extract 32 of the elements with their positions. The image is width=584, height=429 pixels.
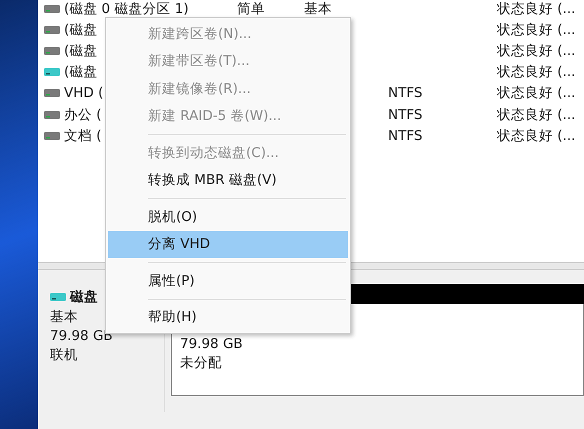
filesystem-cell-text: NTFS (388, 85, 424, 102)
menu-item[interactable]: 转换成 MBR 磁盘(V) (108, 166, 348, 194)
status-cell-text: 状态良好 (... (497, 126, 576, 145)
drive-icon (44, 46, 60, 55)
drive-icon (50, 293, 66, 301)
disk-name: 磁盘 (70, 288, 98, 306)
filesystem-cell-text: NTFS (388, 128, 424, 144)
partition-status: 未分配 (180, 354, 223, 372)
status-cell-text: 状态良好 (... (497, 42, 576, 60)
drive-icon (44, 26, 60, 34)
disk-type: 基本 (50, 308, 79, 326)
menu-item[interactable]: 分离 VHD (108, 230, 348, 258)
partition-block[interactable]: 79.98 GB 未分配 (171, 333, 584, 396)
status-cell-text: 状态良好 (... (497, 20, 576, 39)
drive-icon (44, 68, 60, 76)
layout-cell-text: 简单 (237, 0, 266, 18)
drive-icon (44, 110, 60, 119)
drive-icon (44, 89, 60, 98)
status-cell-text: 状态良好 (... (497, 63, 576, 82)
menu-item[interactable]: 帮助(H) (108, 304, 348, 331)
filesystem-cell-text: NTFS (388, 106, 424, 123)
drive-icon (44, 4, 60, 13)
disk-status: 联机 (50, 346, 79, 364)
menu-item[interactable]: 属性(P) (108, 267, 348, 294)
status-cell-text: 状态良好 (... (497, 84, 576, 102)
status-cell-text: 状态良好 (... (497, 106, 576, 124)
partition-size: 79.98 GB (180, 336, 244, 352)
type-cell-text: 基本 (304, 0, 333, 18)
status-cell-text: 状态良好 (... (497, 0, 576, 18)
menu-item[interactable]: 脱机(O) (108, 203, 348, 230)
volume-name[interactable]: (磁盘 0 磁盘分区 1) (64, 0, 237, 18)
drive-icon (44, 132, 60, 140)
